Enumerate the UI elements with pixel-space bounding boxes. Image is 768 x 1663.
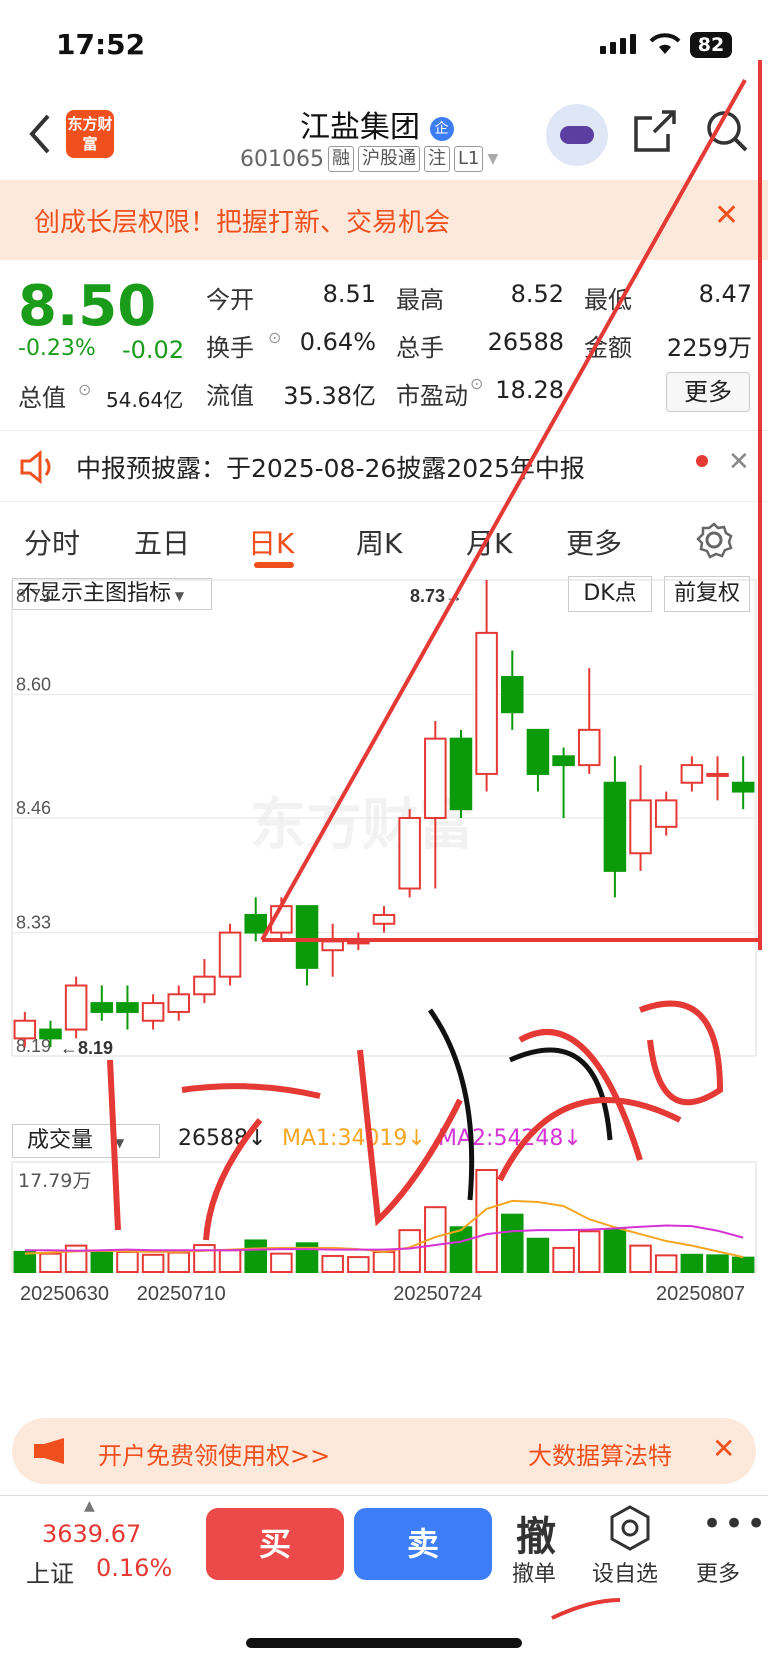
handwritten-annotation (107, 60, 762, 1620)
